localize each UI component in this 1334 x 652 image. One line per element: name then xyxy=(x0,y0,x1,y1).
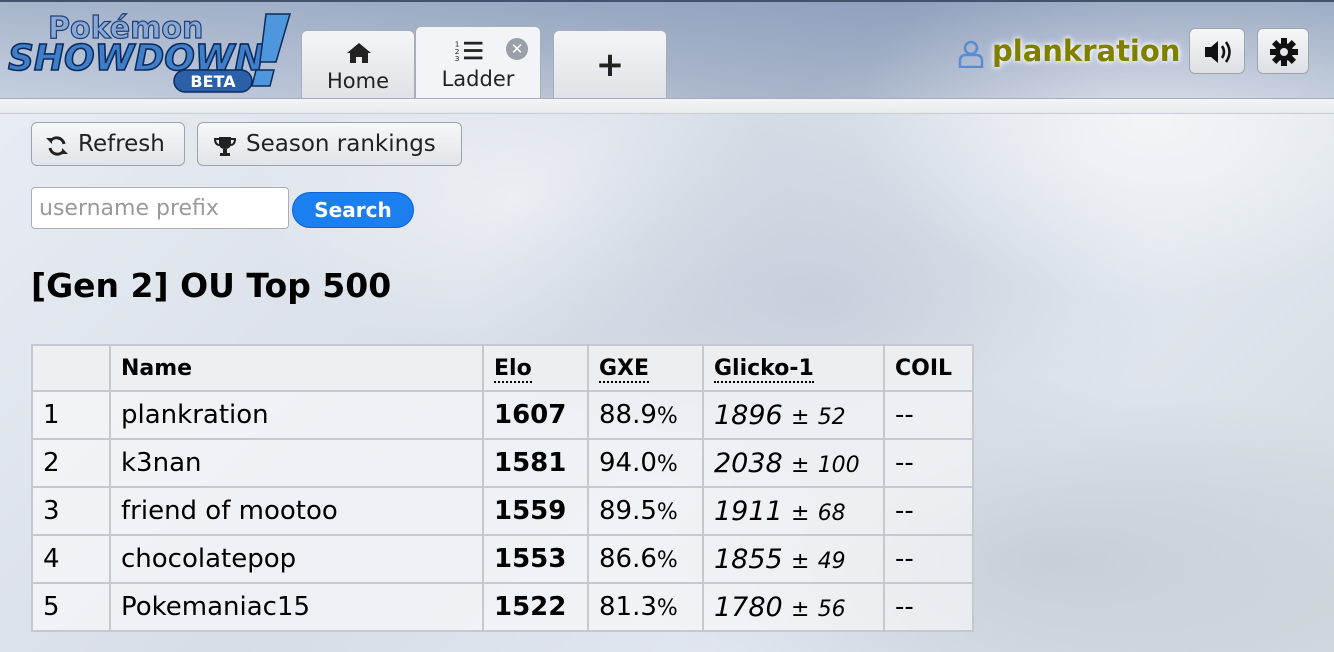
settings-button[interactable] xyxy=(1257,28,1309,74)
tab-home[interactable]: Home xyxy=(301,30,415,98)
player-name-link[interactable]: friend of mootoo xyxy=(109,486,484,536)
coil-cell: -- xyxy=(883,486,974,536)
table-header-row: Name Elo GXE Glicko-1 COIL xyxy=(31,344,974,392)
svg-text:3: 3 xyxy=(455,54,460,63)
rank-cell: 5 xyxy=(31,582,111,632)
gxe-cell: 94.0% xyxy=(587,438,704,488)
coil-cell: -- xyxy=(883,534,974,584)
glicko-cell: 1896 ± 52 xyxy=(702,390,885,440)
rank-cell: 1 xyxy=(31,390,111,440)
gxe-cell: 86.6% xyxy=(587,534,704,584)
elo-cell: 1522 xyxy=(482,582,589,632)
search-button[interactable]: Search xyxy=(292,192,414,228)
ladder-title: [Gen 2] OU Top 500 xyxy=(31,266,392,305)
elo-column-header[interactable]: Elo xyxy=(482,344,589,392)
table-row: 2 k3nan 1581 94.0% 2038 ± 100 -- xyxy=(31,438,974,488)
ladder-table: Name Elo GXE Glicko-1 COIL 1 plankration 1… xyxy=(31,344,974,632)
tab-bar-baseline xyxy=(0,98,1334,114)
tab-home-label: Home xyxy=(326,69,389,93)
gxe-cell: 81.3% xyxy=(587,582,704,632)
player-name-link[interactable]: Pokemaniac15 xyxy=(109,582,484,632)
table-row: 4 chocolatepop 1553 86.6% 1855 ± 49 -- xyxy=(31,534,974,584)
volume-button[interactable] xyxy=(1189,28,1245,74)
glicko-cell: 1780 ± 56 xyxy=(702,582,885,632)
gxe-cell: 89.5% xyxy=(587,486,704,536)
pokemon-showdown-logo[interactable]: Pokémon SHOWDOWN BETA xyxy=(4,6,294,94)
close-icon[interactable]: ✕ xyxy=(506,38,528,60)
glicko-column-header[interactable]: Glicko-1 xyxy=(702,344,885,392)
elo-cell: 1607 xyxy=(482,390,589,440)
volume-icon xyxy=(1205,41,1231,63)
refresh-icon xyxy=(46,136,68,156)
username-link[interactable]: plankration xyxy=(992,34,1180,68)
table-row: 1 plankration 1607 88.9% 1896 ± 52 -- xyxy=(31,390,974,440)
glicko-cell: 2038 ± 100 xyxy=(702,438,885,488)
glicko-cell: 1855 ± 49 xyxy=(702,534,885,584)
elo-cell: 1559 xyxy=(482,486,589,536)
gxe-cell: 88.9% xyxy=(587,390,704,440)
table-row: 3 friend of mootoo 1559 89.5% 1911 ± 68 -- xyxy=(31,486,974,536)
user-icon xyxy=(958,40,984,68)
rank-cell: 2 xyxy=(31,438,111,488)
gxe-column-header[interactable]: GXE xyxy=(587,344,704,392)
coil-column-header: COIL xyxy=(883,344,974,392)
refresh-label: Refresh xyxy=(78,131,165,157)
elo-cell: 1581 xyxy=(482,438,589,488)
rank-cell: 3 xyxy=(31,486,111,536)
trophy-icon xyxy=(214,137,236,156)
home-icon xyxy=(347,43,371,63)
season-rankings-label: Season rankings xyxy=(246,131,436,157)
glicko-cell: 1911 ± 68 xyxy=(702,486,885,536)
player-name-link[interactable]: k3nan xyxy=(109,438,484,488)
table-row: 5 Pokemaniac15 1522 81.3% 1780 ± 56 -- xyxy=(31,582,974,632)
gear-icon xyxy=(1270,38,1298,66)
rank-column-header xyxy=(31,344,111,392)
tab-ladder-label: Ladder xyxy=(441,67,515,91)
logo-badge-text: BETA xyxy=(190,72,236,91)
tab-ladder[interactable]: 1 2 3 Ladder xyxy=(415,26,541,102)
elo-cell: 1553 xyxy=(482,534,589,584)
refresh-button[interactable]: Refresh xyxy=(31,122,185,166)
season-rankings-button[interactable]: Season rankings xyxy=(197,122,462,166)
tab-new[interactable]: + xyxy=(553,30,667,98)
rank-cell: 4 xyxy=(31,534,111,584)
player-name-link[interactable]: plankration xyxy=(109,390,484,440)
coil-cell: -- xyxy=(883,582,974,632)
username-prefix-input[interactable] xyxy=(31,187,289,229)
player-name-link[interactable]: chocolatepop xyxy=(109,534,484,584)
coil-cell: -- xyxy=(883,438,974,488)
coil-cell: -- xyxy=(883,390,974,440)
name-column-header: Name xyxy=(109,344,484,392)
plus-icon: + xyxy=(595,45,625,85)
